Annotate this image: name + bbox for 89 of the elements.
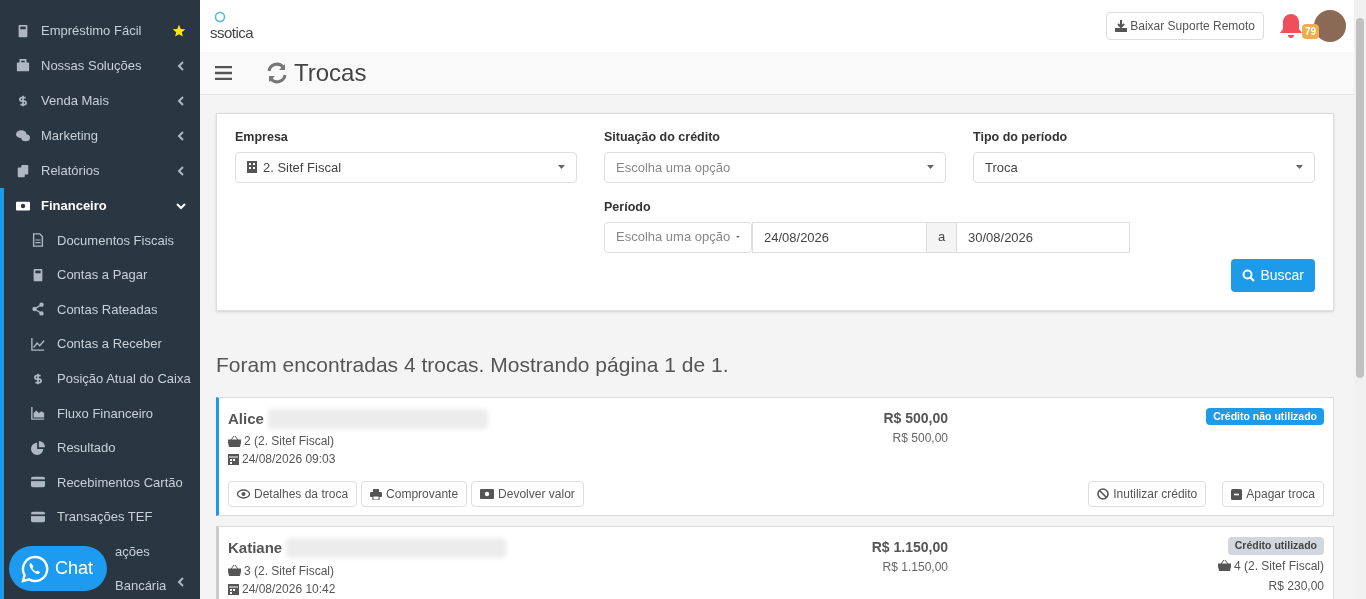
action-button[interactable]: Inutilizar crédito (1088, 481, 1207, 507)
briefcase-icon (16, 58, 30, 73)
total-value: R$ 1.150,00 (871, 538, 948, 557)
calendar-icon (228, 582, 239, 595)
customer-name: Alice (228, 408, 264, 429)
exchange-date: 24/08/2026 09:03 (242, 451, 336, 468)
date-separator: a (927, 221, 956, 253)
download-support-button[interactable]: Baixar Suporte Remoto (1106, 12, 1264, 40)
calendar-icon (228, 453, 239, 465)
sidebar-subitem[interactable]: Bancária (115, 576, 167, 596)
sidebar-subitem[interactable]: Documentos Fiscais (4, 223, 200, 258)
basket-icon (228, 565, 241, 576)
sale-reference: 2 (2. Sitef Fiscal) (244, 433, 335, 450)
document-icon (31, 233, 45, 248)
printer-icon (370, 488, 383, 500)
prohibited-icon (1097, 488, 1110, 500)
basket-icon (1217, 560, 1231, 572)
period-type-select[interactable]: Troca (973, 151, 1315, 183)
action-button[interactable]: Detalhes da troca (228, 481, 358, 507)
exchange-date: 24/08/2026 10:42 (242, 580, 336, 598)
page-title: Trocas (294, 58, 367, 88)
credit-card-icon (31, 475, 45, 490)
company-select[interactable]: 2. Sitef Fiscal (235, 151, 577, 183)
calculator-icon (31, 267, 45, 282)
sidebar-subitem[interactable]: Contas Rateadas (4, 292, 200, 327)
dropdown-caret-icon (736, 235, 740, 239)
download-icon (1115, 20, 1128, 32)
field-label: Empresa (235, 129, 289, 146)
results-summary: Foram encontradas 4 trocas. Mostrando página 1 de 1. (216, 352, 730, 378)
sidebar-subitem[interactable]: Posição Atual do Caixa (4, 361, 200, 396)
minus-square-icon (1231, 488, 1243, 500)
used-credit-value: R$ 230,00 (1268, 577, 1324, 595)
notification-count: 79 (1302, 24, 1320, 39)
star-icon (172, 23, 186, 38)
customer-name: Katiane (228, 538, 283, 558)
dollar-icon (31, 371, 45, 386)
action-button[interactable]: Devolver valor (471, 481, 584, 507)
logo[interactable]: ssotica (210, 10, 266, 42)
dropdown-caret-icon (1296, 165, 1303, 170)
sidebar-item[interactable]: Venda Mais (4, 83, 200, 118)
avatar[interactable] (1314, 10, 1346, 42)
sidebar-subitem[interactable]: Recebimentos Cartão (4, 465, 200, 500)
sidebar-subitem[interactable]: Contas a Pagar (4, 257, 200, 293)
field-label: Situação do crédito (604, 129, 721, 146)
sidebar-item[interactable]: Financeiro (4, 188, 200, 223)
sidebar-item[interactable]: Relatórios (4, 153, 200, 188)
subtotal-value: R$ 500,00 (892, 429, 948, 447)
refresh-icon (266, 62, 288, 84)
field-label: Período (604, 198, 652, 216)
building-icon (247, 161, 257, 174)
basket-icon (228, 435, 241, 447)
status-badge: Crédito utilizado (1227, 537, 1324, 555)
dropdown-caret-icon (927, 165, 934, 170)
subtotal-value: R$ 1.150,00 (882, 559, 948, 576)
used-sale-reference: 4 (2. Sitef Fiscal) (1233, 557, 1324, 575)
area-chart-icon (31, 406, 45, 421)
credit-status-select[interactable]: Escolha uma opção (604, 151, 946, 183)
search-icon (1242, 269, 1256, 282)
field-label: Tipo do período (973, 129, 1069, 146)
sidebar-subitem[interactable]: Transações TEF (4, 499, 200, 535)
bell-icon[interactable] (1278, 12, 1304, 40)
eye-icon (237, 489, 250, 499)
share-icon (31, 302, 45, 317)
total-value: R$ 500,00 (883, 408, 948, 428)
chat-bubble-icon (21, 554, 49, 583)
menu-icon[interactable] (215, 66, 232, 80)
period-select[interactable]: Escolha uma opção (604, 221, 752, 253)
sidebar-subitem[interactable]: Contas a Receber (4, 326, 200, 362)
speech-bubbles-icon (16, 128, 30, 143)
sidebar-subitem[interactable]: Resultado (4, 430, 200, 466)
start-date-field[interactable]: 24/08/2026 (752, 221, 927, 253)
line-chart-icon (31, 337, 45, 352)
copy-icon (16, 163, 30, 178)
dollar-icon (16, 93, 30, 108)
sidebar-subitem[interactable]: ações (115, 541, 150, 562)
end-date-field[interactable]: 30/08/2026 (956, 221, 1130, 253)
action-button[interactable]: Apagar troca (1222, 481, 1324, 507)
sidebar-item[interactable]: Nossas Soluções (4, 48, 200, 83)
sale-reference: 3 (2. Sitef Fiscal) (244, 562, 335, 580)
sidebar-subitem[interactable]: Fluxo Financeiro (4, 395, 200, 431)
action-button[interactable]: Comprovante (361, 481, 468, 507)
sidebar-item[interactable]: Empréstimo Fácil (4, 13, 200, 48)
credit-card-icon (31, 510, 45, 525)
sidebar-item[interactable]: Marketing (4, 118, 200, 153)
dropdown-caret-icon (558, 165, 565, 170)
status-badge: Crédito não utilizado (1206, 407, 1324, 426)
pie-chart-icon (31, 440, 45, 455)
calculator-icon (16, 23, 30, 38)
banknote-icon (480, 489, 495, 499)
